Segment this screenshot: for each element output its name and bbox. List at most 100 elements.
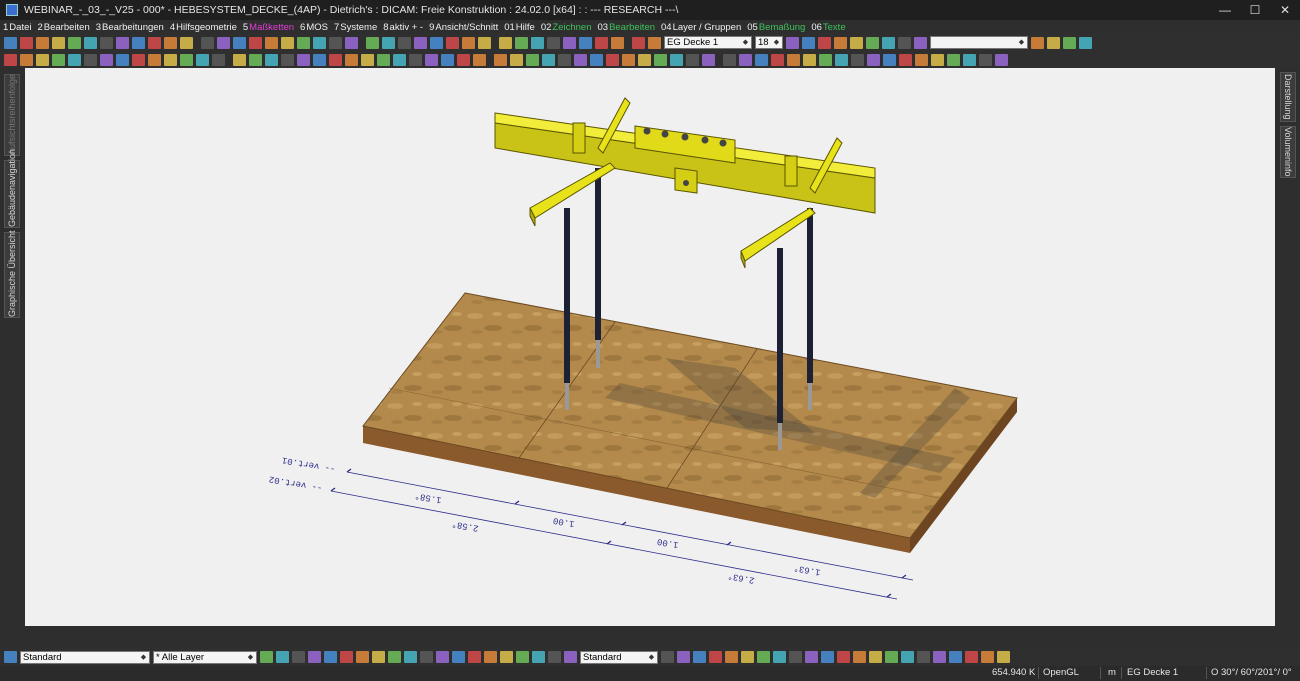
menu-item[interactable]: 6MOS [300,22,328,33]
tool-icon[interactable] [441,53,454,66]
tool-icon[interactable] [20,53,33,66]
tool-icon[interactable] [436,651,449,663]
tool-icon[interactable] [548,651,561,663]
tool-icon[interactable] [1031,36,1044,49]
tool-icon[interactable] [869,651,882,663]
tool-icon[interactable] [265,36,278,49]
tool-icon[interactable] [595,36,608,49]
tool-icon[interactable] [297,53,310,66]
menu-item[interactable]: 8aktiv + - [383,22,423,33]
tool-icon[interactable] [574,53,587,66]
tool-icon[interactable] [420,651,433,663]
close-button[interactable]: ✕ [1270,0,1300,20]
number-select[interactable]: 18 ◆ [755,36,783,49]
tool-icon[interactable] [324,651,337,663]
tool-icon[interactable] [404,651,417,663]
tool-icon[interactable] [201,36,214,49]
tool-icon[interactable] [4,36,17,49]
tool-icon[interactable] [100,53,113,66]
tool-icon[interactable] [802,36,815,49]
tool-icon[interactable] [36,36,49,49]
tool-icon[interactable] [622,53,635,66]
style-select[interactable]: Standard ◆ [20,650,150,664]
tool-icon[interactable] [212,53,225,66]
dropdown-arrow-icon[interactable]: ◆ [246,653,255,662]
tab-graphische-uebersicht[interactable]: Graphische Übersicht [4,230,20,318]
tool-icon[interactable] [484,651,497,663]
tool-icon[interactable] [542,53,555,66]
tool-icon[interactable] [693,651,706,663]
tool-icon[interactable] [116,53,129,66]
tool-icon[interactable] [4,651,17,663]
tool-icon[interactable] [850,36,863,49]
tool-icon[interactable] [883,53,896,66]
tool-icon[interactable] [654,53,667,66]
tool-icon[interactable] [835,53,848,66]
dropdown-arrow-icon[interactable]: ◆ [772,38,781,47]
tool-icon[interactable] [377,53,390,66]
tool-icon[interactable] [84,53,97,66]
menu-item[interactable]: 4Hilfsgeometrie [170,22,237,33]
tool-icon[interactable] [148,53,161,66]
tool-icon[interactable] [866,36,879,49]
tool-icon[interactable] [947,53,960,66]
tool-icon[interactable] [132,36,145,49]
tool-icon[interactable] [805,651,818,663]
tool-icon[interactable] [217,36,230,49]
tab-darstellung[interactable]: Darstellung [1280,72,1296,122]
dropdown-arrow-icon[interactable]: ◆ [139,653,148,662]
tool-icon[interactable] [739,53,752,66]
menu-item[interactable]: 9Ansicht/Schnitt [429,22,498,33]
tool-icon[interactable] [430,36,443,49]
tool-icon[interactable] [901,651,914,663]
dropdown-arrow-icon[interactable]: ◆ [1017,38,1026,47]
tool-icon[interactable] [949,651,962,663]
tool-icon[interactable] [345,36,358,49]
tool-icon[interactable] [677,651,690,663]
tool-icon[interactable] [702,53,715,66]
tool-icon[interactable] [853,651,866,663]
dropdown-arrow-icon[interactable]: ◆ [647,653,656,662]
tool-icon[interactable] [164,53,177,66]
tool-icon[interactable] [361,53,374,66]
tool-icon[interactable] [834,36,847,49]
tool-icon[interactable] [819,53,832,66]
tool-icon[interactable] [468,651,481,663]
tool-icon[interactable] [579,36,592,49]
tool-icon[interactable] [670,53,683,66]
tool-icon[interactable] [899,53,912,66]
menu-item[interactable]: 01Hilfe [504,22,535,33]
tab-aufsichtsreihenfolge[interactable]: Aufsichtsreihenfolge [4,74,20,156]
layer-select[interactable]: * Alle Layer ◆ [153,650,257,664]
3d-viewport[interactable]: -- vert.01 -- vert.02 1.58° 1.00 1.00 1.… [25,68,1275,626]
tool-icon[interactable] [52,53,65,66]
tool-icon[interactable] [84,36,97,49]
tool-icon[interactable] [606,53,619,66]
tool-icon[interactable] [510,53,523,66]
tool-icon[interactable] [276,651,289,663]
tool-icon[interactable] [473,53,486,66]
tool-icon[interactable] [372,651,385,663]
tool-icon[interactable] [885,651,898,663]
tool-icon[interactable] [661,651,674,663]
tool-icon[interactable] [1079,36,1092,49]
tool-icon[interactable] [446,36,459,49]
tool-icon[interactable] [313,36,326,49]
tool-icon[interactable] [723,53,736,66]
tool-icon[interactable] [786,36,799,49]
tool-icon[interactable] [709,651,722,663]
tool-icon[interactable] [340,651,353,663]
menu-item[interactable]: 7Systeme [334,22,377,33]
tool-icon[interactable] [965,651,978,663]
tool-icon[interactable] [164,36,177,49]
tool-icon[interactable] [292,651,305,663]
tool-icon[interactable] [52,36,65,49]
tool-icon[interactable] [398,36,411,49]
tool-icon[interactable] [233,36,246,49]
tool-icon[interactable] [648,36,661,49]
tool-icon[interactable] [933,651,946,663]
tool-icon[interactable] [500,651,513,663]
menu-item[interactable]: 03Bearbeiten [597,22,655,33]
tool-icon[interactable] [997,651,1010,663]
dropdown-arrow-icon[interactable]: ◆ [741,38,750,47]
